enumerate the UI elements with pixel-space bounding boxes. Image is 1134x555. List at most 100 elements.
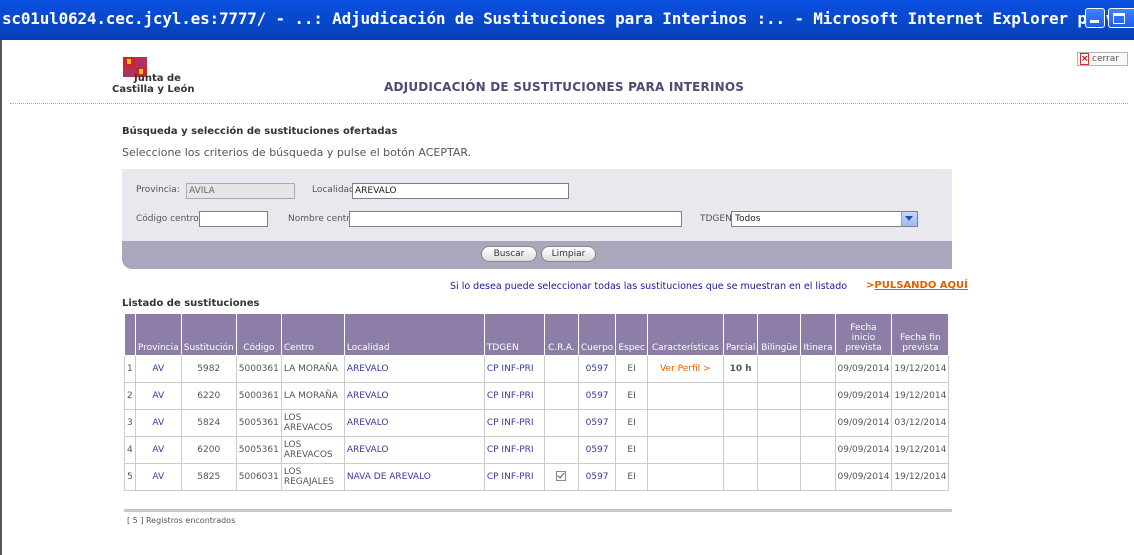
row-index: 5: [124, 463, 136, 491]
cell-fecha-inicio: 09/09/2014: [834, 409, 893, 437]
cell-parcial: [722, 436, 759, 464]
cell-centro: LA MORAÑA: [280, 355, 345, 383]
col-centro: Centro: [280, 313, 345, 356]
cell-fecha-inicio: 09/09/2014: [834, 355, 893, 383]
buscar-button[interactable]: Buscar: [481, 246, 537, 262]
cell-caracteristicas[interactable]: Ver Perfil >: [646, 355, 724, 383]
cell-parcial: [722, 409, 759, 437]
cell-codigo: 5000361: [235, 382, 282, 410]
provincia-label: Provincia:: [136, 185, 180, 195]
cell-sustitucion: 5982: [180, 355, 237, 383]
localidad-label: Localidad: [312, 185, 355, 195]
table-row[interactable]: 3 AV 5824 5005361 LOS AREVACOS AREVALO CP INF-…: [124, 409, 950, 437]
nombre-centro-field[interactable]: [349, 211, 682, 227]
ver-perfil-label[interactable]: Ver Perfil: [660, 364, 700, 374]
col-index: [124, 313, 136, 356]
cell-codigo: 5005361: [235, 409, 282, 437]
cell-bilingue: [757, 463, 802, 491]
select-all-link-label[interactable]: PULSANDO AQUÍ: [874, 280, 968, 291]
cell-fecha-fin: 19/12/2014: [891, 382, 950, 410]
cell-bilingue: [757, 382, 802, 410]
chevron-right-icon: >: [703, 364, 711, 374]
table-row[interactable]: 5 AV 5825 5006031 LOS REGAJALES NAVA DE AREVA…: [124, 463, 950, 491]
close-button[interactable]: × cerrar: [1077, 52, 1128, 66]
tdgen-label: TDGEN: [700, 214, 732, 224]
limpiar-button[interactable]: Limpiar: [541, 246, 596, 262]
cell-localidad: NAVA DE AREVALO: [343, 463, 485, 491]
logo-text-line1: Junta de: [134, 73, 181, 84]
cell-caracteristicas: [646, 409, 724, 437]
cell-sustitucion: 6220: [180, 382, 237, 410]
cell-localidad: AREVALO: [343, 355, 485, 383]
cell-fecha-fin: 03/12/2014: [891, 409, 950, 437]
cell-fecha-fin: 19/12/2014: [891, 463, 950, 491]
tdgen-selected-value: Todos: [735, 214, 761, 224]
list-title: Listado de sustituciones: [122, 298, 260, 309]
col-localidad: Localidad: [343, 313, 485, 356]
cell-sustitucion: 5825: [180, 463, 237, 491]
cell-parcial: [722, 382, 759, 410]
col-cuerpo: Cuerpo: [577, 313, 617, 356]
table-row[interactable]: 1 AV 5982 5000361 LA MORAÑA AREVALO CP INF-PRI…: [124, 355, 950, 383]
table-footer-bar: [124, 509, 952, 512]
col-fecha-inicio-line3: prevista: [845, 343, 882, 353]
table-row[interactable]: 2 AV 6220 5000361 LA MORAÑA AREVALO CP INF-PRI…: [124, 382, 950, 410]
select-all-text: Si lo desea puede seleccionar todas las …: [450, 281, 848, 292]
cell-centro: LA MORAÑA: [280, 382, 345, 410]
table-header-row: Provincia Sustitución Código Centro Loca…: [124, 313, 950, 356]
maximize-icon[interactable]: [1108, 8, 1134, 28]
minimize-icon[interactable]: [1085, 8, 1105, 28]
col-fecha-inicio-line2: inicio: [851, 333, 876, 343]
cell-cra: [543, 355, 579, 383]
cell-parcial: 10 h: [722, 355, 759, 383]
cell-cuerpo: 0597: [577, 436, 617, 464]
cell-bilingue: [757, 436, 802, 464]
cra-checkbox[interactable]: [556, 470, 567, 481]
cell-provincia: AV: [134, 355, 182, 383]
cell-codigo: 5006031: [235, 463, 282, 491]
cell-fecha-fin: 19/12/2014: [891, 355, 950, 383]
close-icon: ×: [1080, 53, 1089, 65]
window-titlebar[interactable]: sc01ul0624.cec.jcyl.es:7777/ - ..: Adjud…: [0, 0, 1134, 40]
cell-tdgen: CP INF-PRI: [483, 409, 545, 437]
col-codigo: Código: [235, 313, 282, 356]
provincia-field: [186, 183, 295, 199]
header-divider: [10, 103, 1128, 104]
col-tdgen: TDGEN: [483, 313, 545, 356]
col-fecha-fin: Fecha fin prevista: [891, 313, 950, 356]
select-all-link[interactable]: >PULSANDO AQUÍ: [866, 280, 968, 291]
col-fecha-inicio: Fecha inicio prevista: [834, 313, 893, 356]
instructions-text: Seleccione los criterios de búsqueda y p…: [122, 146, 472, 159]
nombre-centro-label: Nombre centro: [288, 214, 356, 224]
localidad-field[interactable]: [352, 183, 569, 199]
col-provincia: Provincia: [134, 313, 182, 356]
cell-caracteristicas: [646, 463, 724, 491]
cell-codigo: 5000361: [235, 355, 282, 383]
col-espec: Espec: [615, 313, 648, 356]
page-title: ADJUDICACIÓN DE SUSTITUCIONES PARA INTER…: [384, 80, 745, 94]
cell-provincia: AV: [134, 382, 182, 410]
ver-perfil-link[interactable]: Ver Perfil >: [660, 364, 711, 374]
col-itinera: Itinera: [800, 313, 836, 356]
col-fecha-fin-line1: Fecha fin: [900, 333, 941, 343]
cell-cuerpo: 0597: [577, 382, 617, 410]
cell-tdgen: CP INF-PRI: [483, 355, 545, 383]
tdgen-select[interactable]: Todos: [731, 211, 918, 227]
cell-cra: [543, 382, 579, 410]
cell-itinera: [800, 409, 836, 437]
codigo-centro-label: Código centro: [136, 214, 199, 224]
cell-caracteristicas: [646, 436, 724, 464]
cell-centro: LOS AREVACOS: [280, 409, 345, 437]
cell-cra: [543, 409, 579, 437]
cell-espec: EI: [615, 436, 648, 464]
col-fecha-fin-line2: prevista: [902, 343, 939, 353]
row-index: 4: [124, 436, 136, 464]
cell-fecha-inicio: 09/09/2014: [834, 463, 893, 491]
chevron-down-icon[interactable]: [901, 212, 917, 226]
codigo-centro-field[interactable]: [199, 211, 268, 227]
table-row[interactable]: 4 AV 6200 5005361 LOS AREVACOS AREVALO CP INF-…: [124, 436, 950, 464]
search-button-bar: Buscar Limpiar: [122, 241, 952, 269]
cell-fecha-fin: 19/12/2014: [891, 436, 950, 464]
cell-sustitucion: 5824: [180, 409, 237, 437]
cell-provincia: AV: [134, 436, 182, 464]
